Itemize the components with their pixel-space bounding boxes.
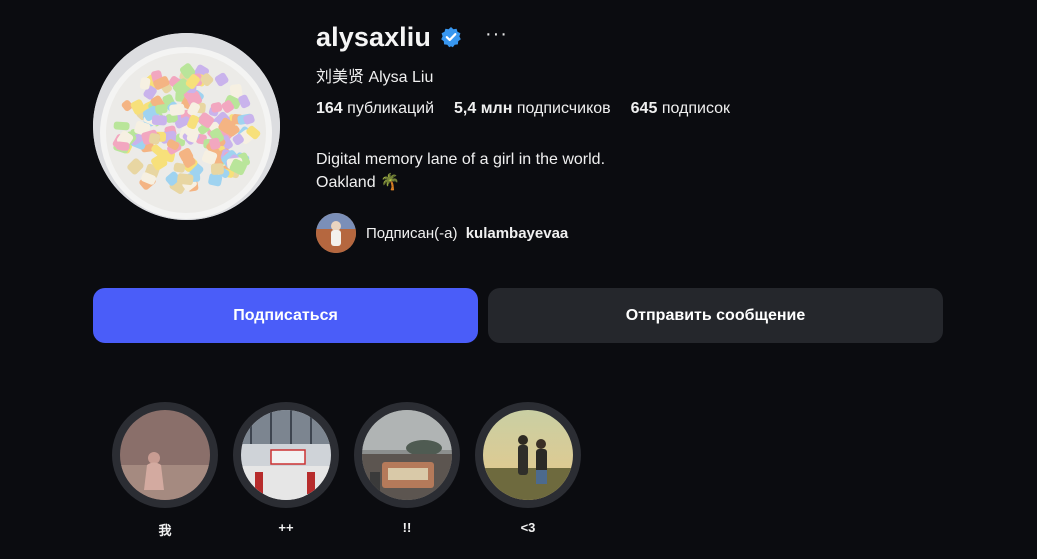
highlight-label: <3 <box>520 520 536 535</box>
username-row: alysaxliu ··· <box>316 18 508 56</box>
highlight-cover <box>483 410 573 500</box>
posts-stat: 164 публикаций <box>316 100 434 118</box>
highlight-ring <box>233 402 339 508</box>
username: alysaxliu <box>316 21 431 52</box>
following-stat[interactable]: 645 подписок <box>631 100 730 118</box>
highlight-cover <box>120 410 210 500</box>
followed-by-account: kulambayevaa <box>465 224 569 242</box>
highlight-ring <box>354 402 460 508</box>
followed-by[interactable]: Подписан(-а) kulambayevaa <box>316 213 568 253</box>
highlight-cover <box>241 410 331 500</box>
send-message-button-label: Отправить сообщение <box>625 306 806 324</box>
posts-label: публикаций <box>347 100 435 117</box>
highlight-label: ++ <box>278 520 294 535</box>
followers-stat[interactable]: 5,4 млн подписчиков <box>454 100 611 118</box>
profile-stats: 164 публикаций 5,4 млн подписчиков 645 п… <box>316 100 730 118</box>
profile-avatar[interactable] <box>93 33 280 220</box>
bio-line-2: Oakland 🌴 <box>316 174 400 191</box>
following-label: подписок <box>661 100 731 117</box>
highlight-label: !! <box>402 520 412 535</box>
full-name: 刘美贤 Alysa Liu <box>316 69 434 86</box>
story-highlight[interactable]: !! <box>354 402 460 535</box>
highlight-ring <box>475 402 581 508</box>
highlight-label: 我 <box>158 523 172 538</box>
highlight-ring <box>112 402 218 508</box>
story-highlight[interactable]: <3 <box>475 402 581 535</box>
follow-button[interactable]: Подписаться <box>93 288 478 343</box>
verified-badge-icon <box>440 26 462 48</box>
highlight-cover <box>362 410 452 500</box>
followers-label: подписчиков <box>516 100 611 117</box>
story-highlight[interactable]: ++ <box>233 402 339 535</box>
more-dots-icon[interactable]: ··· <box>485 24 508 44</box>
story-highlight[interactable]: 我 <box>112 402 218 539</box>
profile-bio: Digital memory lane of a girl in the wor… <box>316 148 605 194</box>
follow-button-label: Подписаться <box>233 306 338 324</box>
following-count: 645 <box>630 100 658 117</box>
followed-by-prefix: Подписан(-а) <box>366 224 458 242</box>
send-message-button[interactable]: Отправить сообщение <box>488 288 943 343</box>
bio-line-1: Digital memory lane of a girl in the wor… <box>316 151 606 168</box>
profile-page: alysaxliu ··· 刘美贤 Alysa Liu 164 публикац… <box>0 0 1037 559</box>
posts-count: 164 <box>316 100 343 117</box>
followers-count: 5,4 млн <box>454 100 513 117</box>
follower-avatar <box>316 213 356 253</box>
